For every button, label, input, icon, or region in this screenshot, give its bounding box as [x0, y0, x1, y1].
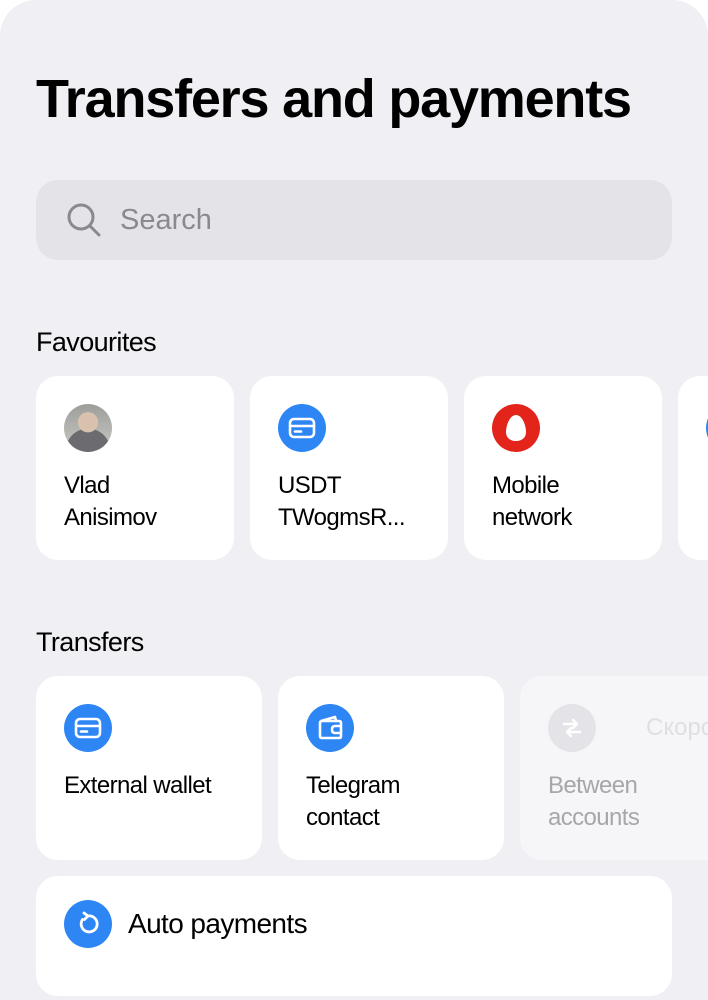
favourite-vlad-anisimov[interactable]: Vlad Anisimov [36, 376, 234, 560]
transfers-title: Transfers [36, 627, 144, 657]
transfer-label: Telegram [306, 772, 401, 799]
favourite-usdt-wallet[interactable]: USDT TWogmsR... [250, 376, 448, 560]
coming-soon-badge: Скоро [646, 714, 708, 741]
mts-egg-icon [492, 404, 540, 452]
search-input[interactable]: Search [36, 180, 672, 260]
favourite-address: TWogmsR... [278, 504, 406, 531]
card-icon [64, 704, 112, 752]
favourite-partial-card[interactable] [678, 376, 708, 560]
transfer-label-second-line: accounts [548, 804, 640, 831]
telegram-contact-button[interactable]: Telegram contact [278, 676, 504, 860]
transfer-label: Between [548, 772, 638, 799]
favourites-title: Favourites [36, 327, 157, 357]
wallet-icon [306, 704, 354, 752]
favourite-name: Mobile [492, 472, 560, 499]
favourite-name: USDT [278, 472, 342, 499]
external-wallet-button[interactable]: External wallet [36, 676, 262, 860]
search-icon [66, 202, 102, 238]
auto-payments-button[interactable]: Auto payments [36, 876, 672, 996]
auto-payments-label: Auto payments [128, 908, 308, 939]
page-title: Transfers and payments [36, 69, 632, 129]
refresh-icon [64, 900, 112, 948]
favourite-name-second-line: network [492, 504, 572, 531]
swap-arrows-icon [548, 704, 596, 752]
avatar [64, 404, 112, 452]
favourite-name: Vlad [64, 472, 110, 499]
transfers-screen: Transfers and payments Search Favourites… [0, 0, 708, 1000]
transfer-label: External wallet [64, 772, 212, 799]
favourite-name-second-line: Anisimov [64, 504, 157, 531]
transfer-label-second-line: contact [306, 804, 380, 831]
card-icon [278, 404, 326, 452]
favourite-mobile-network[interactable]: Mobile network [464, 376, 662, 560]
search-placeholder: Search [120, 203, 212, 236]
between-accounts-button[interactable]: Скоро Between accounts [520, 676, 708, 860]
